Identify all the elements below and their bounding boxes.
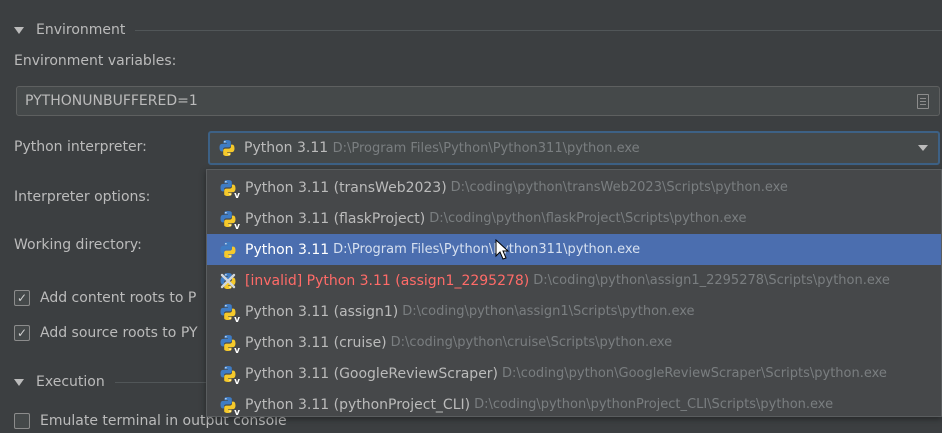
source-roots-checkbox-row[interactable]: ✓ Add source roots to PY bbox=[14, 321, 198, 345]
interpreter-option-selected[interactable]: Python 3.11 D:\Program Files\Python\Pyth… bbox=[207, 234, 941, 265]
content-roots-checkbox[interactable]: ✓ bbox=[14, 290, 30, 306]
mouse-pointer-icon bbox=[495, 239, 510, 260]
source-roots-checkbox[interactable]: ✓ bbox=[14, 325, 30, 341]
interpreter-combobox[interactable]: Python 3.11 D:\Program Files\Python\Pyth… bbox=[208, 131, 940, 165]
section-divider bbox=[135, 29, 942, 31]
env-vars-value[interactable]: PYTHONUNBUFFERED=1 bbox=[25, 93, 917, 109]
interpreter-option[interactable]: v Python 3.11 (assign1) D:\coding\python… bbox=[207, 296, 941, 327]
execution-section-title: Execution bbox=[36, 374, 105, 390]
python-invalid-icon bbox=[219, 272, 237, 290]
interpreter-selected-name: Python 3.11 bbox=[244, 140, 329, 156]
emulate-terminal-checkbox[interactable] bbox=[14, 413, 30, 429]
python-venv-icon: v bbox=[219, 396, 240, 418]
interpreter-option[interactable]: v Python 3.11 (pythonProject_CLI) D:\cod… bbox=[207, 389, 941, 420]
interpreter-option[interactable]: v Python 3.11 (transWeb2023) D:\coding\p… bbox=[207, 172, 941, 203]
python-venv-icon: v bbox=[219, 179, 240, 201]
interpreter-option[interactable]: v Python 3.11 (flaskProject) D:\coding\p… bbox=[207, 203, 941, 234]
collapse-triangle-icon[interactable] bbox=[14, 26, 24, 34]
python-icon bbox=[218, 139, 236, 157]
python-icon bbox=[219, 241, 237, 259]
chevron-down-icon[interactable] bbox=[918, 145, 928, 151]
interpreter-label: Python interpreter: bbox=[14, 139, 147, 155]
interpreter-option[interactable]: v Python 3.11 (cruise) D:\coding\python\… bbox=[207, 327, 941, 358]
python-venv-icon: v bbox=[219, 334, 240, 356]
document-icon[interactable] bbox=[917, 93, 929, 109]
collapse-triangle-icon[interactable] bbox=[14, 378, 24, 386]
env-vars-field[interactable]: PYTHONUNBUFFERED=1 bbox=[16, 86, 940, 116]
interpreter-option-invalid[interactable]: [invalid] Python 3.11 (assign1_2295278) … bbox=[207, 265, 941, 296]
environment-section-title: Environment bbox=[36, 22, 126, 38]
python-venv-icon: v bbox=[219, 303, 240, 325]
content-roots-checkbox-row[interactable]: ✓ Add content roots to P bbox=[14, 286, 196, 310]
section-divider bbox=[114, 381, 206, 383]
source-roots-label: Add source roots to PY bbox=[40, 325, 198, 341]
interpreter-option[interactable]: v Python 3.11 (GoogleReviewScraper) D:\c… bbox=[207, 358, 941, 389]
working-dir-label: Working directory: bbox=[14, 237, 142, 253]
content-roots-label: Add content roots to P bbox=[40, 290, 197, 306]
interpreter-dropdown-list[interactable]: v Python 3.11 (transWeb2023) D:\coding\p… bbox=[206, 169, 942, 420]
environment-section-header[interactable]: Environment bbox=[0, 17, 942, 43]
env-vars-label: Environment variables: bbox=[14, 53, 177, 69]
python-venv-icon: v bbox=[219, 365, 240, 387]
interpreter-selected-path: D:\Program Files\Python\Python311\python… bbox=[332, 141, 640, 156]
interpreter-options-label: Interpreter options: bbox=[14, 189, 151, 205]
execution-section-header[interactable]: Execution bbox=[0, 369, 206, 395]
python-venv-icon: v bbox=[219, 210, 240, 232]
